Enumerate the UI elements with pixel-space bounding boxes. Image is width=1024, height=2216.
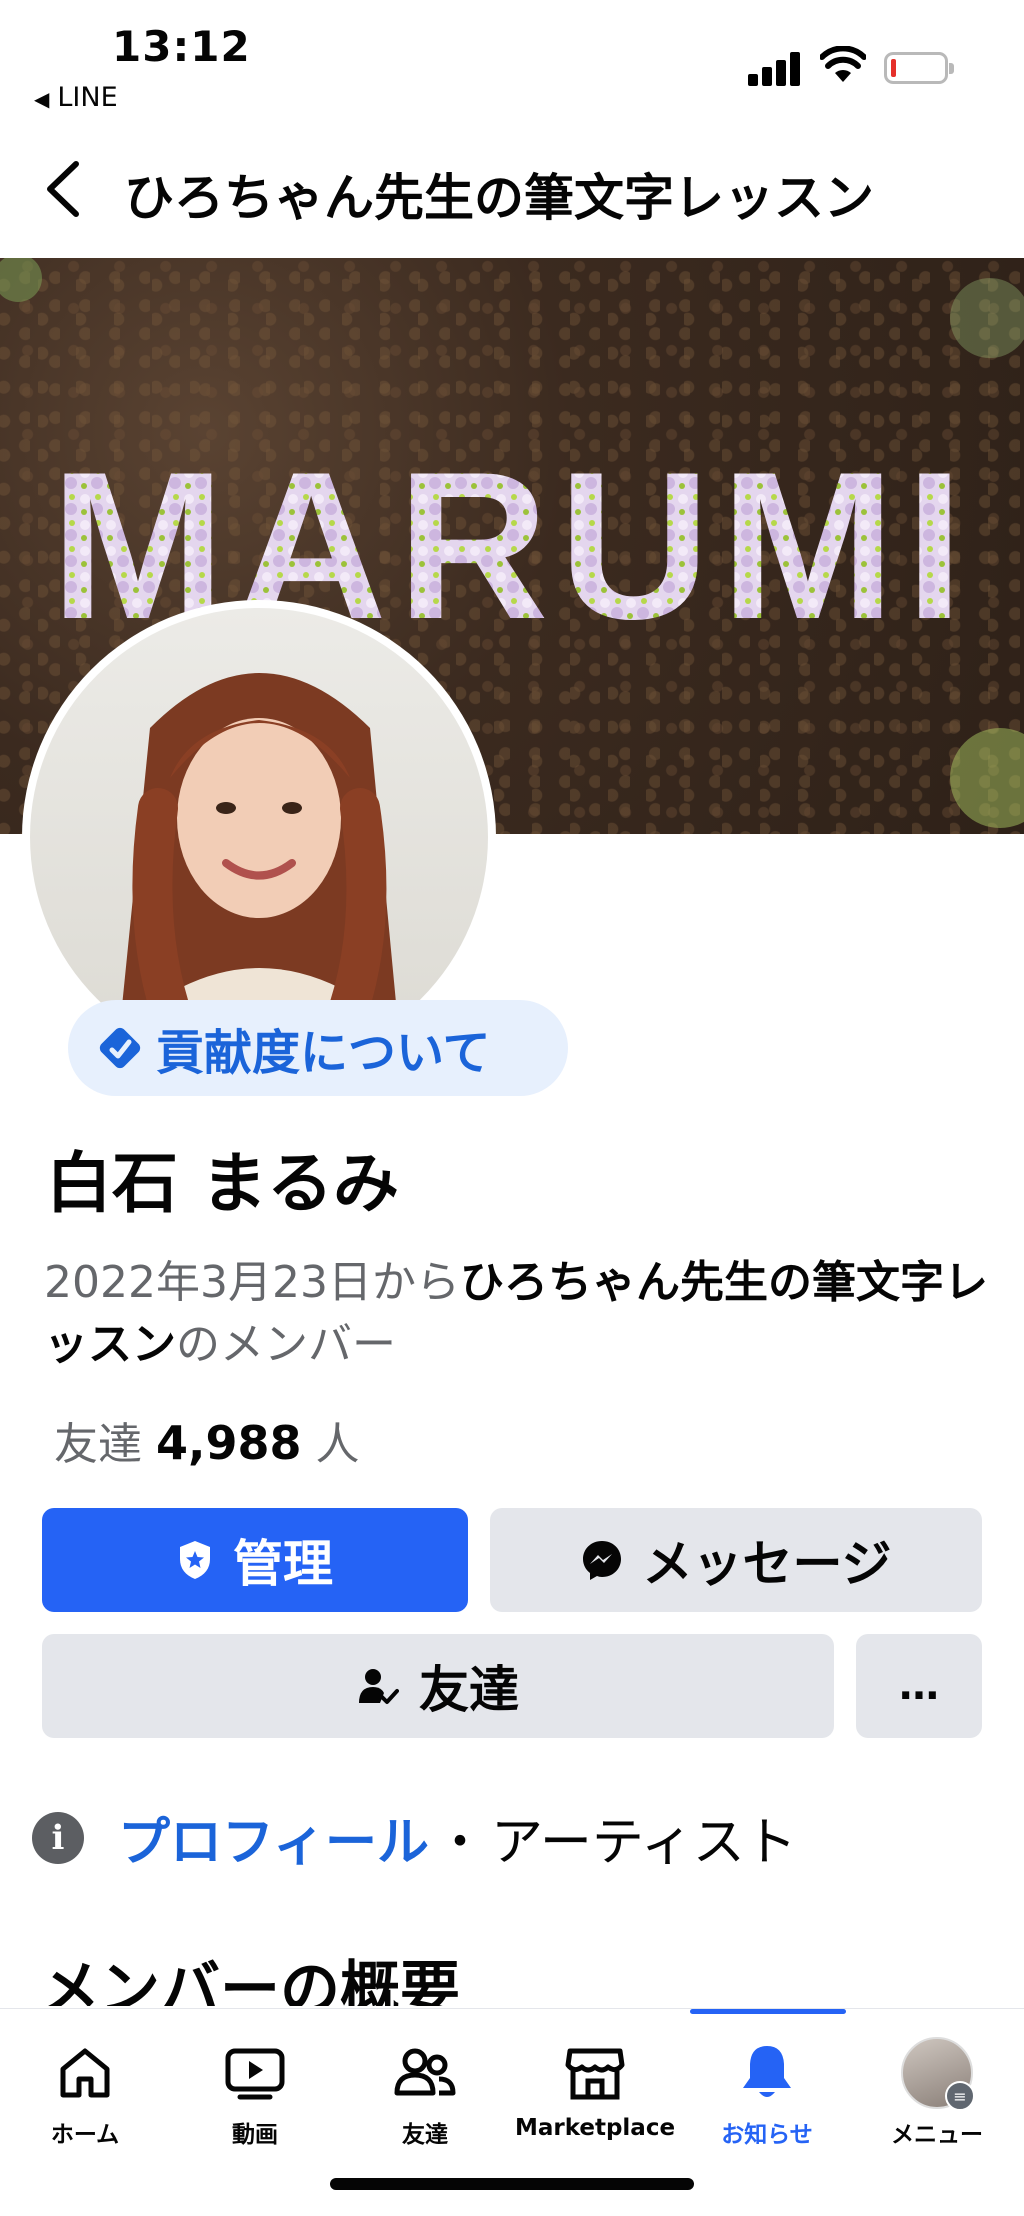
message-button[interactable]: メッセージ	[490, 1508, 982, 1612]
friend-check-icon	[357, 1665, 399, 1707]
manage-button-label: 管理	[233, 1535, 333, 1593]
nav-menu[interactable]: ≡ メニュー	[852, 2037, 1022, 2149]
battery-icon	[884, 52, 954, 84]
status-bar: 13:12 ◀ LINE	[0, 0, 1024, 130]
friends-count-suffix: 人	[315, 1419, 360, 1470]
messenger-icon	[581, 1539, 623, 1581]
contribution-chip-label: 貢献度について	[156, 1025, 491, 1081]
section-title: メンバーの概要	[40, 1955, 460, 2006]
member-suffix-text: のメンバー	[176, 1319, 396, 1370]
home-icon	[0, 2037, 170, 2109]
back-app-label: LINE	[57, 82, 118, 113]
active-tab-indicator	[690, 2009, 846, 2014]
profile-photo	[30, 608, 488, 1066]
profile-category: アーティスト	[490, 1813, 797, 1873]
page-title: ひろちゃん先生の筆文字レッスン	[124, 169, 874, 227]
friends-button-label: 友達	[419, 1661, 519, 1719]
friends-count: 友達 4,988 人	[54, 1408, 360, 1472]
contribution-chip[interactable]: 貢献度について	[68, 1000, 568, 1096]
more-options-button[interactable]: …	[856, 1634, 982, 1738]
info-icon: i	[32, 1811, 84, 1864]
friends-count-number: 4,988	[156, 1416, 302, 1470]
friends-button[interactable]: 友達	[42, 1634, 834, 1738]
profile-name: 白石 まるみ	[46, 1145, 399, 1222]
back-triangle-icon: ◀	[34, 87, 50, 111]
menu-avatar: ≡	[901, 2037, 975, 2111]
nav-home[interactable]: ホーム	[0, 2037, 170, 2149]
video-icon	[170, 2037, 340, 2109]
home-indicator	[330, 2178, 694, 2190]
nav-video-label: 動画	[232, 2122, 278, 2148]
nav-marketplace-label: Marketplace	[514, 2115, 676, 2141]
back-to-app-link[interactable]: ◀ LINE	[34, 82, 118, 113]
message-button-label: メッセージ	[642, 1535, 892, 1593]
wifi-icon	[820, 46, 866, 82]
page-header: ひろちゃん先生の筆文字レッスン	[0, 130, 1024, 258]
shield-star-icon	[177, 1539, 213, 1581]
cell-signal-icon	[748, 50, 800, 86]
profile-type-row: i プロフィール ・ アーティスト	[32, 1800, 797, 1875]
friends-icon	[340, 2037, 510, 2109]
more-dots-icon: …	[899, 1663, 939, 1709]
bell-icon	[682, 2037, 852, 2109]
nav-home-label: ホーム	[50, 2122, 120, 2148]
separator: ・	[434, 1812, 485, 1871]
nav-menu-label: メニュー	[891, 2122, 983, 2148]
manage-button[interactable]: 管理	[42, 1508, 468, 1612]
nav-friends-label: 友達	[402, 2122, 448, 2148]
back-chevron-icon[interactable]	[36, 154, 96, 224]
nav-notifications-label: お知らせ	[721, 2122, 813, 2148]
membership-info: 2022年3月23日からひろちゃん先生の筆文字レッスンのメンバー	[44, 1252, 994, 1376]
marketplace-icon	[510, 2037, 680, 2109]
friends-count-prefix: 友達	[54, 1419, 142, 1470]
nav-notifications[interactable]: お知らせ	[682, 2037, 852, 2149]
status-time: 13:12	[112, 22, 251, 71]
menu-lines-icon: ≡	[945, 2081, 975, 2111]
nav-friends[interactable]: 友達	[340, 2037, 510, 2149]
profile-link[interactable]: プロフィール	[118, 1800, 429, 1875]
nav-marketplace[interactable]: Marketplace	[510, 2037, 680, 2141]
member-since-text: 2022年3月23日から	[44, 1257, 460, 1308]
contribution-badge-icon	[99, 1027, 141, 1069]
nav-video[interactable]: 動画	[170, 2037, 340, 2149]
